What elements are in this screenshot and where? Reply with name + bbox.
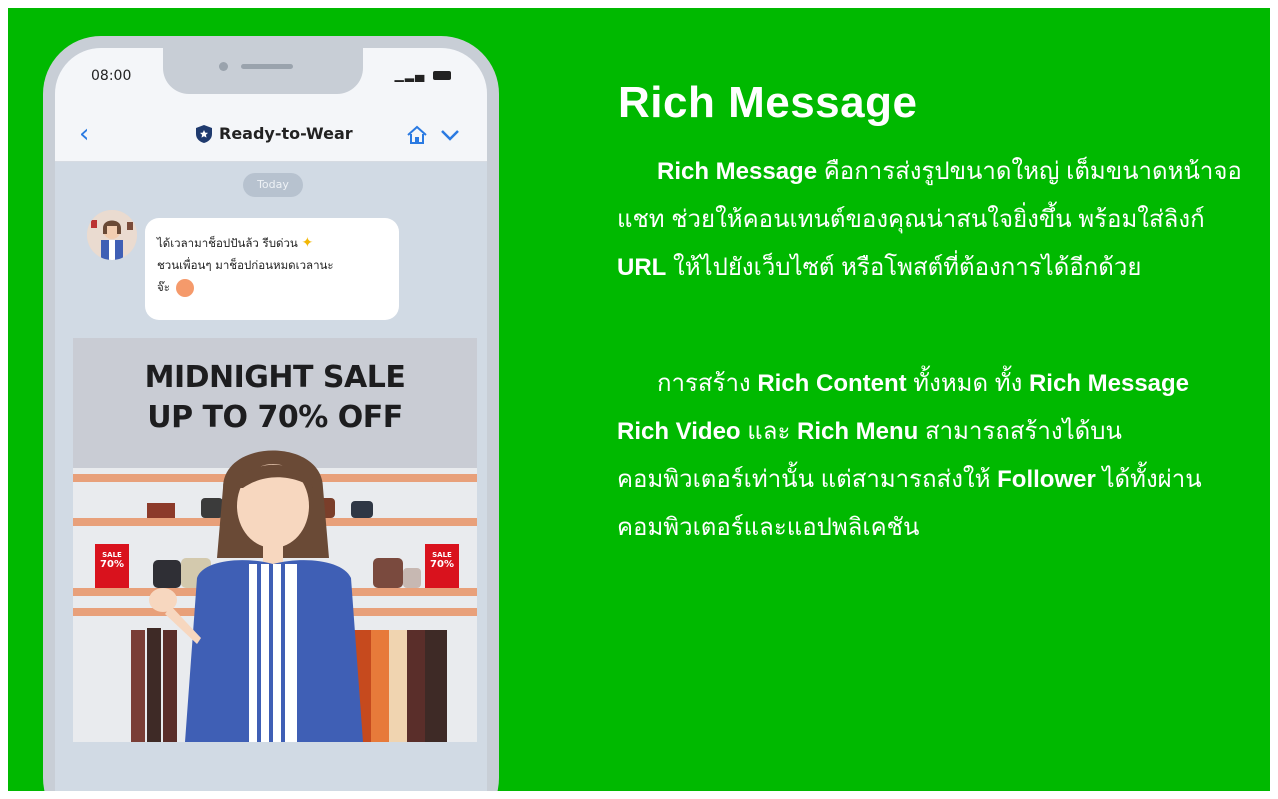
signal-battery-icons: ▁▂▄ (394, 68, 451, 82)
promo-illustration (73, 338, 477, 742)
avatar-illustration (87, 210, 137, 260)
message-line: ได้เวลามาช็อปปันล้ว รีบด่วน ✦ (157, 235, 314, 251)
home-icon[interactable] (405, 124, 429, 146)
back-chevron-icon[interactable]: ‹ (79, 120, 89, 148)
message-line: จ๊ะ (157, 276, 387, 298)
sparkle-icon: ✦ (301, 235, 314, 251)
rich-message-image[interactable]: MIDNIGHT SALE UP TO 70% OFF SALE 70% SAL… (73, 338, 477, 742)
date-pill: Today (243, 173, 303, 197)
promo-title-line2: UP TO 70% OFF (147, 400, 403, 435)
signal-icon: ▁▂▄ (394, 68, 426, 82)
avatar (87, 210, 137, 260)
status-time: 08:00 (91, 68, 132, 84)
camera-icon (219, 62, 228, 71)
chat-message-bubble: ได้เวลามาช็อปปันล้ว รีบด่วน ✦ ชวนเพื่อนๆ… (145, 218, 399, 320)
phone-mockup: 08:00 ▁▂▄ ‹ Ready-to-Wear Today ได้เวลาม… (43, 36, 499, 791)
message-line: ชวนเพื่อนๆ มาช็อปก่อนหมดเวลานะ (157, 258, 334, 272)
phone-screen: 08:00 ▁▂▄ ‹ Ready-to-Wear Today ได้เวลาม… (55, 48, 487, 791)
paragraph-rich-content: การสร้าง Rich Content ทั้งหมด ทั้ง Rich … (617, 370, 1202, 541)
page-title: Rich Message (618, 78, 918, 127)
status-bar: 08:00 ▁▂▄ (55, 48, 487, 110)
battery-icon (433, 71, 451, 80)
green-panel: 08:00 ▁▂▄ ‹ Ready-to-Wear Today ได้เวลาม… (8, 8, 1270, 791)
chevron-down-icon[interactable] (439, 126, 461, 144)
speaker-icon (241, 64, 293, 69)
phone-notch (163, 48, 363, 94)
smile-emoji-icon (175, 278, 194, 297)
promo-title-line1: MIDNIGHT SALE (144, 360, 406, 395)
sale-tag-left: SALE 70% (100, 551, 124, 570)
paragraph-rich-message: Rich Message คือการส่งรูปขนาดใหญ่ เต็มขน… (617, 158, 1242, 281)
shield-icon (196, 125, 212, 143)
chat-header: ‹ Ready-to-Wear (55, 110, 487, 162)
chat-title: Ready-to-Wear (219, 124, 353, 143)
sale-tag-right: SALE 70% (430, 551, 454, 570)
